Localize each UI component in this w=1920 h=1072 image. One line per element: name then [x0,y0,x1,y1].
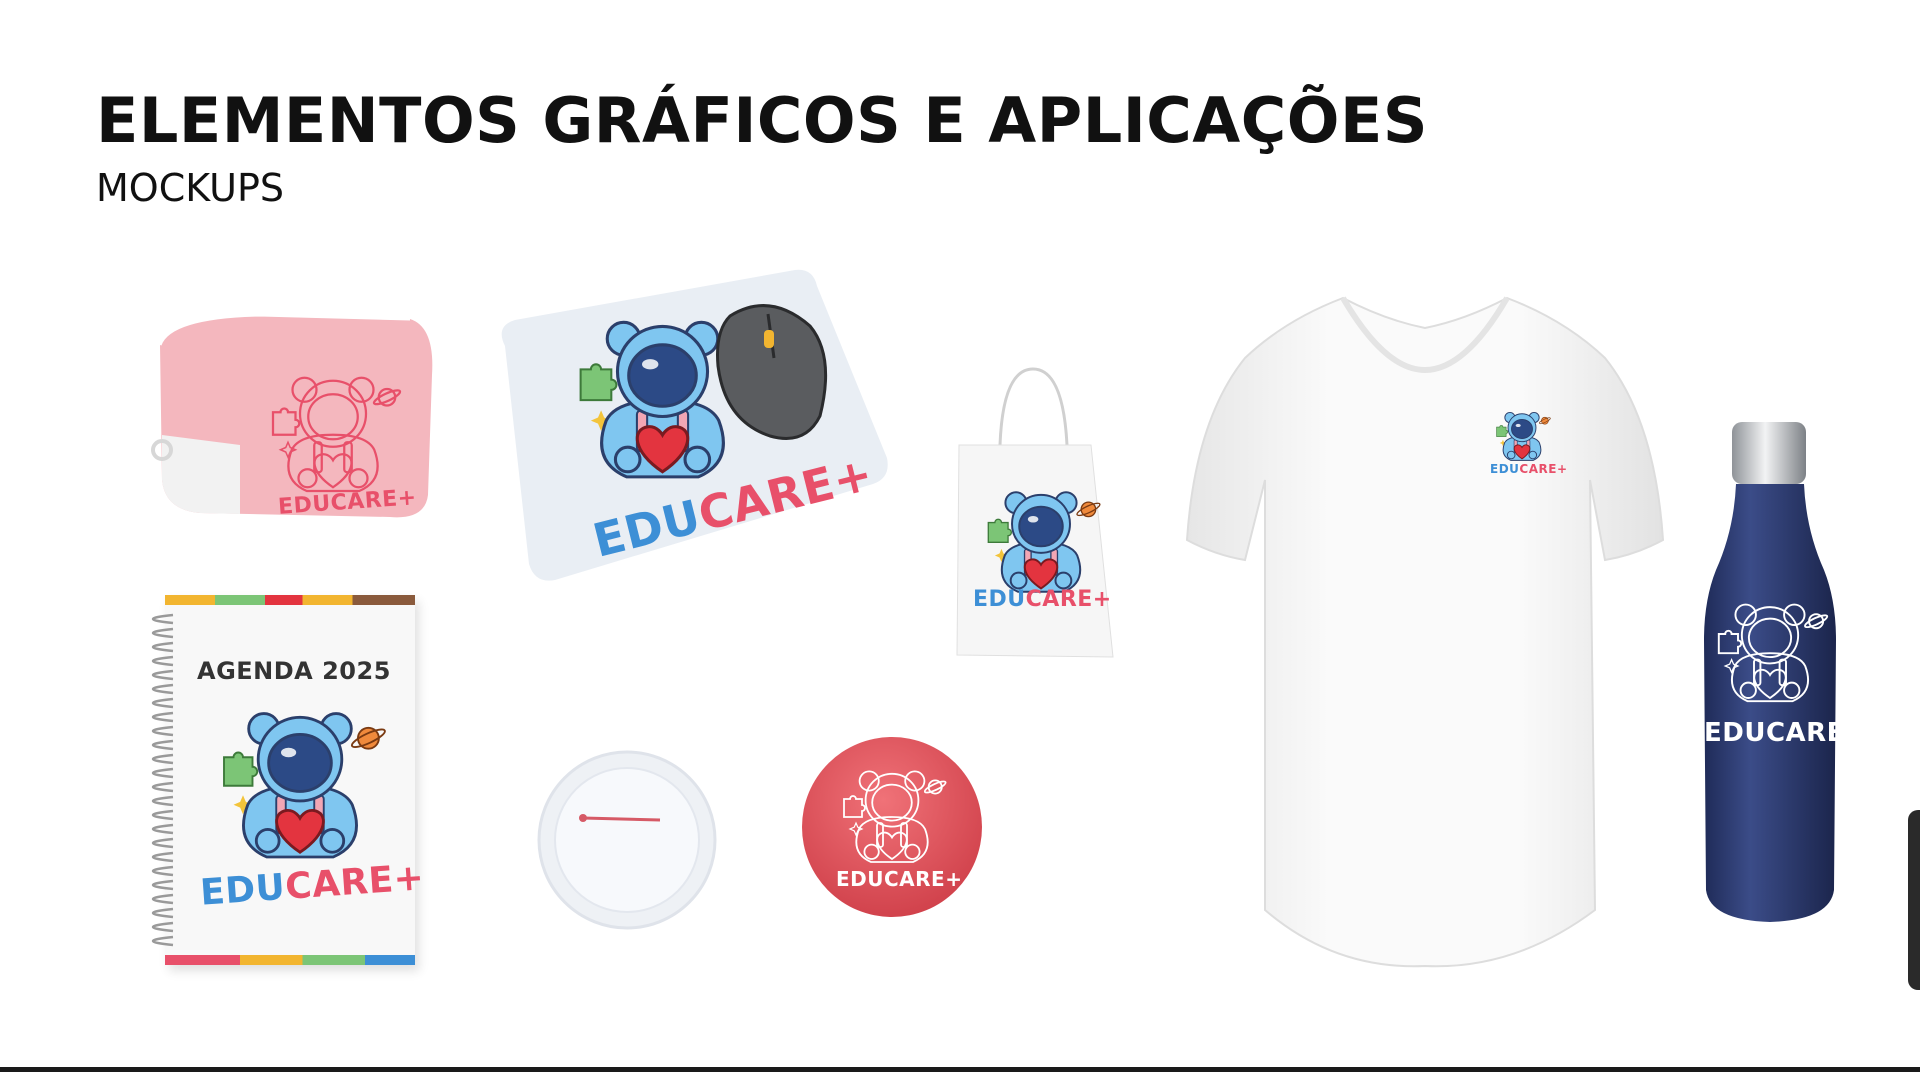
pin-back-mockup [535,748,720,933]
shopping-bag-mockup: EDUCARE+ [955,365,1115,660]
tshirt-shape [1185,296,1665,968]
brand-care: CARE [1025,587,1093,612]
agenda-mockup: AGENDA 2025 EDUCARE+ [125,595,426,975]
brand-plus: + [1556,462,1568,476]
bottle-mockup: EDUCARE [1700,420,1844,925]
brand-edu: EDU [973,587,1026,612]
bear-astronaut-logo-icon [975,483,1107,595]
tshirt-mockup: EDUCARE+ [1185,290,1665,970]
pin-front-mockup: EDUCARE+ [800,735,985,920]
agenda-top-stripe [165,595,415,605]
brand-care: CARE [1519,462,1557,476]
pin-back-shape [537,750,717,930]
brand-plus: + [392,857,426,901]
bottle-brand-text: EDUCARE [1704,718,1845,748]
bag-brand-text: EDUCARE+ [973,587,1112,612]
spiral-binding [151,613,174,947]
bear-astronaut-logo-icon [205,700,395,862]
bear-astronaut-logo-icon [1490,408,1554,462]
agenda-bottom-stripe [165,955,415,965]
bear-astronaut-logo-icon [1706,595,1834,705]
right-edge-tab [1908,810,1920,990]
agenda-title: AGENDA 2025 [197,657,391,685]
brand-plus: + [1092,587,1112,612]
page-subtitle: MOCKUPS [96,166,284,210]
mouse-icon [716,304,828,440]
bottom-divider [0,1067,1920,1072]
brand-edu: EDU [1490,462,1520,476]
bear-astronaut-logo-icon [832,763,952,865]
tshirt-brand-text: EDUCARE+ [1490,462,1568,476]
brand-edu: EDU [198,866,287,914]
page-title: ELEMENTOS GRÁFICOS E APLICAÇÕES [96,84,1429,157]
bear-astronaut-logo-icon [258,367,408,495]
mousepad-mockup: EDUCARE+ [495,268,890,588]
brand-care: CARE [283,859,396,908]
pouch-mockup: EDUCARE+ [140,305,440,530]
pin-brand-text: EDUCARE+ [836,867,963,891]
